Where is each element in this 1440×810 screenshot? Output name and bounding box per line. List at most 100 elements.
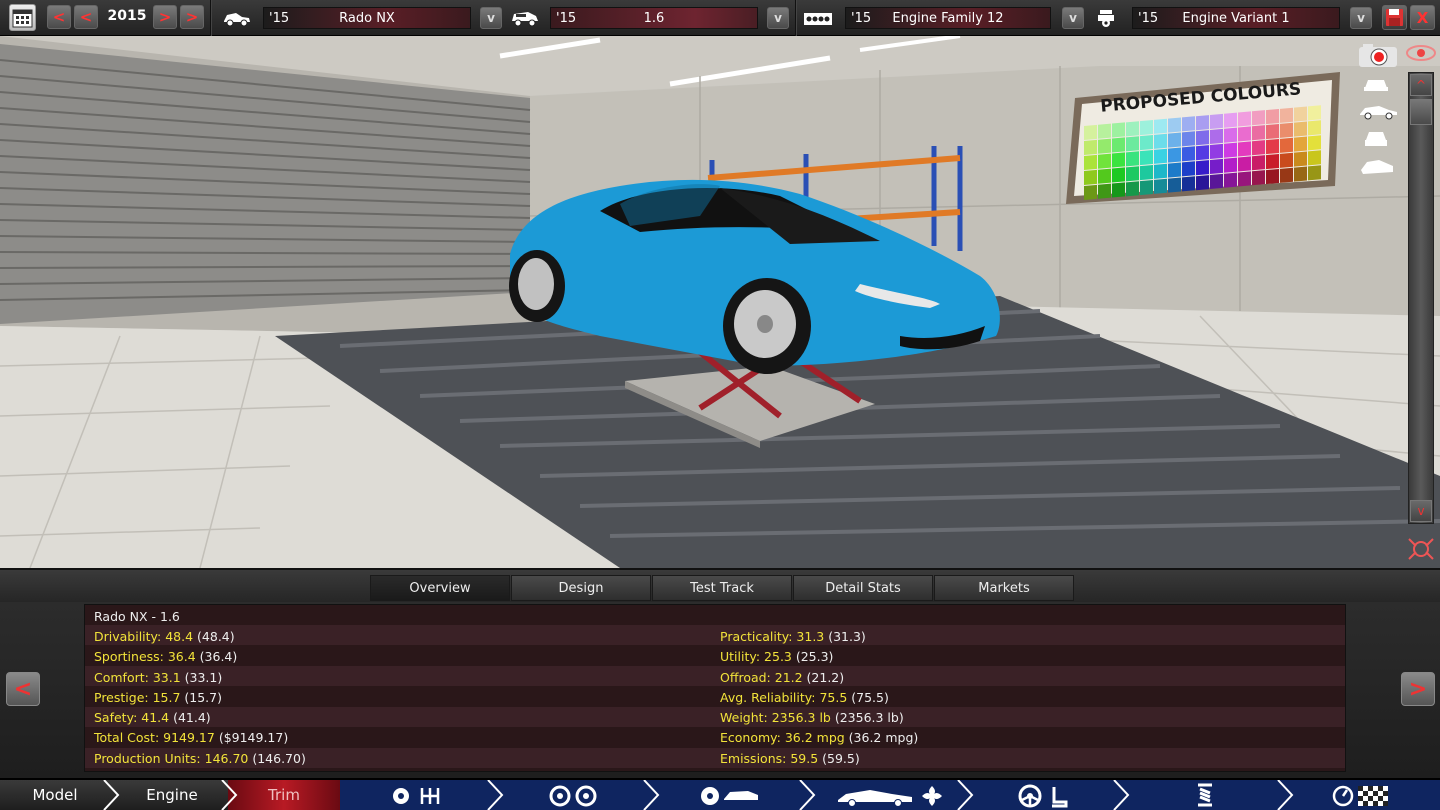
colour-swatch [1098,153,1111,169]
colour-swatch [1140,119,1153,136]
stat-prestige: Prestige: 15.7 (15.7) [94,690,222,705]
colour-swatch [1154,178,1167,194]
stat-reliability: Avg. Reliability: 75.5 (75.5) [720,690,889,705]
gearbox-icon[interactable] [390,785,446,810]
stat-label: Weight: 2356.3 lb [720,710,831,725]
zoom-scroll-thumb[interactable] [1410,99,1432,125]
stat-value: (33.1) [180,670,223,685]
colour-swatch [1084,184,1097,200]
engine-variant-dropdown-button[interactable]: v [1350,7,1372,29]
eye-icon[interactable] [1405,44,1437,66]
colour-swatch [1126,151,1139,167]
colour-swatch [1112,122,1125,138]
colour-swatch [1308,165,1321,181]
zoom-scrollbar[interactable]: ^ v [1408,72,1434,524]
engine-family-select[interactable]: '15 Engine Family 12 [845,7,1051,29]
stat-utility: Utility: 25.3 (25.3) [720,649,833,664]
colour-swatch [1084,124,1097,140]
colour-swatch [1238,111,1251,127]
colour-swatch [1252,110,1265,126]
stat-label: Prestige: 15.7 [94,690,181,705]
colour-swatch [1182,131,1195,147]
tab-overview[interactable]: Overview [370,575,510,601]
colour-swatch [1126,121,1139,137]
aero-icon[interactable] [836,784,946,810]
engine-variant-select[interactable]: '15 Engine Variant 1 [1132,7,1340,29]
colour-swatch [1098,168,1111,184]
calendar-icon[interactable] [9,4,36,31]
tab-markets[interactable]: Markets [934,575,1074,601]
model-select[interactable]: '15 Rado NX [263,7,471,29]
wheels-icon[interactable] [548,785,600,810]
colour-swatch [1154,118,1167,134]
colour-swatch [1112,167,1125,183]
colour-swatch [1154,133,1167,149]
garage-viewport[interactable]: PROPOSED COLOURS [0,36,1440,568]
engine-variant-select-name: Engine Variant 1 [1182,10,1290,26]
stat-label: Emissions: 59.5 [720,751,819,766]
tab-design[interactable]: Design [511,575,651,601]
colour-swatch [1168,147,1181,163]
view-side-icon[interactable] [1357,102,1399,124]
engine-family-dropdown-button[interactable]: v [1062,7,1084,29]
engine-family-icon [803,11,833,30]
model-dropdown-button[interactable]: v [480,7,502,29]
brakes-icon[interactable] [700,785,762,810]
year-back-fast-button[interactable]: < [47,5,71,29]
prev-car-button[interactable]: < [6,672,40,706]
year-forward-button[interactable]: > [153,5,177,29]
stat-comfort: Comfort: 33.1 (33.1) [94,670,222,685]
close-icon[interactable]: X [1410,5,1435,30]
zoom-down-button[interactable]: v [1410,500,1432,522]
view-rear-icon[interactable] [1361,128,1391,154]
colour-swatch [1168,117,1181,133]
stat-sportiness: Sportiness: 36.4 (36.4) [94,649,237,664]
colour-swatch [1224,127,1237,143]
stat-weight: Weight: 2356.3 lb (2356.3 lb) [720,710,904,725]
colour-swatch [1294,166,1307,182]
stat-value: (75.5) [847,690,889,705]
test-icon[interactable] [1332,784,1392,810]
colour-swatch [1252,140,1265,156]
year-forward-fast-button[interactable]: > [180,5,204,29]
view-3quarter-icon[interactable] [1359,156,1395,182]
colour-swatch [1196,145,1209,161]
year-back-button[interactable]: < [74,5,98,29]
trim-select[interactable]: '15 1.6 [550,7,758,29]
stat-practicality: Practicality: 31.3 (31.3) [720,629,866,644]
stat-label: Safety: 41.4 [94,710,170,725]
next-car-button[interactable]: > [1401,672,1435,706]
stat-value: (146.70) [248,751,306,766]
trim-dropdown-button[interactable]: v [767,7,789,29]
stat-label: Practicality: 31.3 [720,629,825,644]
stats-row [85,625,1345,645]
suspension-icon[interactable] [1190,783,1220,810]
view-front-icon[interactable] [1361,74,1391,98]
interior-icon[interactable] [1018,784,1078,810]
colour-swatch [1280,107,1293,123]
tab-detail-stats[interactable]: Detail Stats [793,575,933,601]
colour-swatch [1294,106,1307,122]
colour-swatch [1266,138,1279,155]
top-toolbar: < < 2015 > > '15 Rado NX v '15 1.6 v '15… [0,0,1440,36]
divider [210,0,212,36]
stats-row [85,646,1345,666]
colour-swatch [1140,134,1153,151]
colour-swatch [1140,179,1153,196]
colour-swatch [1182,116,1195,132]
reset-view-icon[interactable] [1406,536,1436,566]
colour-swatch [1196,115,1209,131]
colour-swatch [1308,150,1321,166]
colour-swatch [1280,122,1293,138]
colour-swatch [1168,162,1181,178]
tab-test-track[interactable]: Test Track [652,575,792,601]
save-icon[interactable] [1382,5,1407,30]
stat-value: (25.3) [791,649,834,664]
camera-icon[interactable] [1357,42,1399,68]
colour-swatch [1196,160,1209,176]
colour-swatch [1238,171,1251,187]
zoom-up-button[interactable]: ^ [1410,74,1432,96]
stat-value: (36.2 mpg) [844,730,919,745]
stat-value: (41.4) [169,710,211,725]
colour-swatch [1098,183,1111,199]
